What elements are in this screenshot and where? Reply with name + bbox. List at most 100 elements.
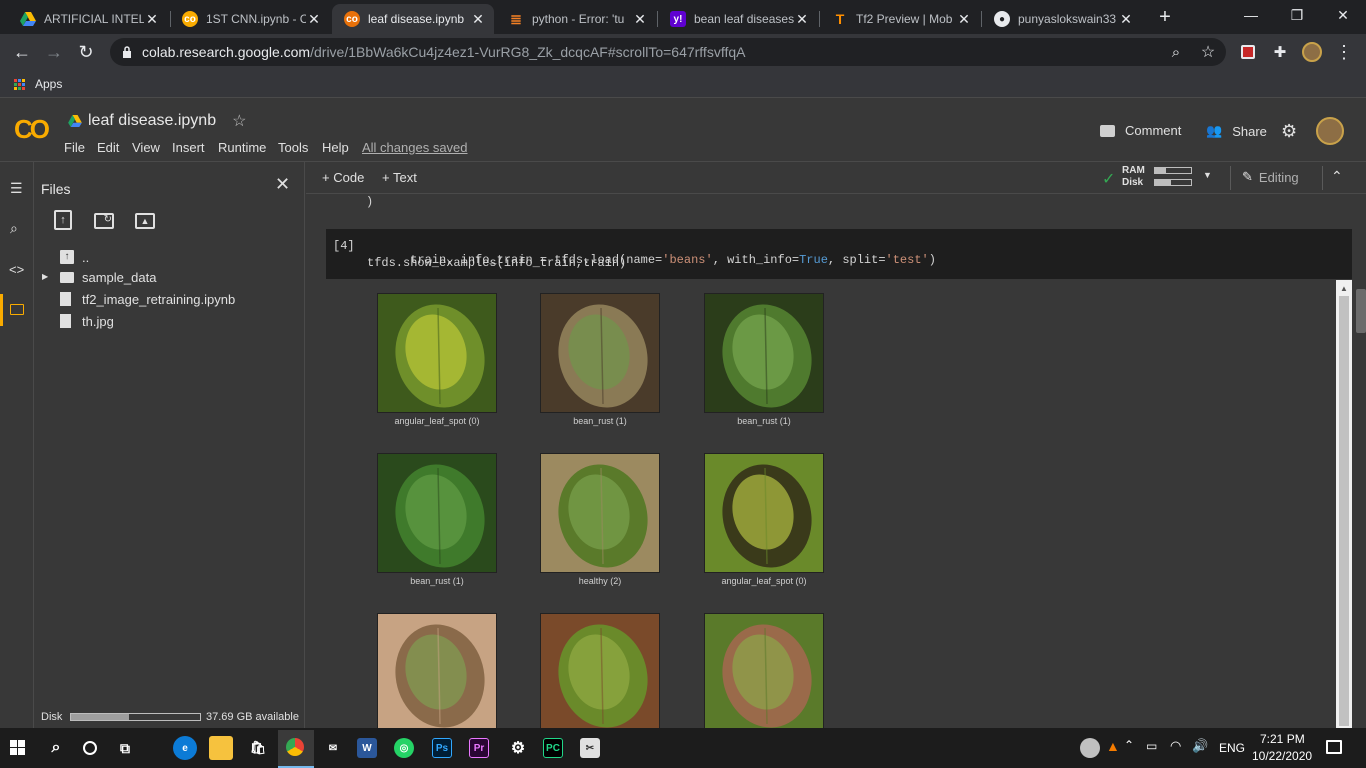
yahoo-icon: y! [670,11,686,27]
file-item-parent[interactable]: ↑ .. [60,247,89,267]
menu-file[interactable]: File [64,140,85,155]
menu-runtime[interactable]: Runtime [218,140,266,155]
colab-logo[interactable]: CO [14,114,50,145]
show-hidden-icons[interactable]: ⌃ [1124,738,1134,752]
scrollbar-thumb[interactable] [1339,296,1349,726]
browser-tab[interactable]: ARTIFICIAL INTELLI ✕ [8,4,168,34]
premiere-icon[interactable]: Pr [469,738,489,758]
expand-arrow-icon[interactable]: ▶ [42,272,48,281]
output-scrollbar[interactable]: ▲ [1336,280,1352,728]
menu-tools[interactable]: Tools [278,140,308,155]
pycharm-icon[interactable]: PC [543,738,563,758]
clock-date[interactable]: 10/22/2020 [1252,749,1312,763]
notifications-icon[interactable] [1326,740,1342,754]
notebook-title[interactable]: leaf disease.ipynb [88,112,216,130]
browser-tab[interactable]: ● punyaslokswain33 ✕ [982,4,1142,34]
star-bookmark-icon[interactable]: ☆ [1196,40,1220,64]
back-button[interactable]: ← [10,40,34,64]
wifi-icon[interactable]: ◠ [1170,738,1181,754]
tray-app-icon[interactable] [1080,738,1100,758]
star-icon[interactable]: ☆ [232,111,246,131]
clock-time[interactable]: 7:21 PM [1260,732,1305,746]
refresh-folder-icon[interactable]: ↻ [94,213,114,229]
forward-button[interactable]: → [42,40,66,64]
task-view-icon[interactable]: ⧉ [113,736,137,760]
menu-insert[interactable]: Insert [172,140,205,155]
settings-gear-icon[interactable]: ⚙ [1281,121,1297,142]
profile-avatar[interactable] [1300,40,1324,64]
scroll-up-arrow-icon[interactable]: ▲ [1340,284,1348,293]
file-item[interactable]: tf2_image_retraining.ipynb [60,289,235,309]
close-tab-icon[interactable]: ✕ [794,11,810,28]
browser-tab[interactable]: ≣ python - Error: 'tu ✕ [496,4,656,34]
editing-mode-button[interactable]: ✎ Editing [1242,169,1299,185]
search-icon[interactable]: ⌕ [10,220,18,237]
apps-bookmark[interactable]: Apps [14,77,62,91]
save-status[interactable]: All changes saved [362,140,468,155]
browser-tab[interactable]: y! bean leaf diseases ✕ [658,4,818,34]
file-explorer-icon[interactable] [209,736,233,760]
word-icon[interactable]: W [357,738,377,758]
close-tab-icon[interactable]: ✕ [470,11,486,28]
windows-start-icon[interactable] [10,740,25,755]
user-avatar[interactable] [1316,117,1344,145]
browser-tab[interactable]: co 1ST CNN.ipynb - C ✕ [170,4,330,34]
code-cell[interactable]: [4] train, info_train = tfds.load(name='… [326,229,1352,279]
cortana-icon[interactable] [78,736,102,760]
close-tab-icon[interactable]: ✕ [956,11,972,28]
menu-help[interactable]: Help [322,140,349,155]
add-code-button[interactable]: + Code [322,170,364,185]
tray-vlc-icon[interactable]: ▲ [1106,738,1120,754]
tensorflow-icon: T [835,11,845,27]
add-text-button[interactable]: + Text [382,170,417,185]
settings-gear-icon[interactable]: ⚙ [506,736,530,760]
store-icon[interactable]: 🛍 [246,736,270,760]
restore-button[interactable]: ❐ [1274,0,1320,30]
battery-icon[interactable]: ▭ [1146,739,1157,753]
menu-view[interactable]: View [132,140,160,155]
close-tab-icon[interactable]: ✕ [306,11,322,28]
browser-tab[interactable]: T Tf2 Preview | Mob ✕ [820,4,980,34]
resources-dropdown-icon[interactable]: ▼ [1203,170,1212,180]
reload-button[interactable]: ↻ [74,40,98,64]
whatsapp-icon[interactable]: ◎ [394,738,414,758]
sidebar-icon-rail: ☰ ⌕ <> [0,162,34,728]
disk-label: Disk [1122,177,1144,188]
search-icon[interactable]: ⌕ [44,736,68,760]
file-item-folder[interactable]: sample_data [60,267,156,287]
snipping-tool-icon[interactable]: ✂ [580,738,600,758]
upload-file-icon[interactable]: ↑ [54,210,72,230]
menu-edit[interactable]: Edit [97,140,119,155]
close-window-button[interactable]: ✕ [1320,0,1366,30]
volume-icon[interactable]: 🔊 [1192,738,1208,754]
add-text-label: Text [392,170,417,185]
mail-icon[interactable]: ✉ [321,736,345,760]
code-line-2[interactable]: tfds.show_examples(info_train,train) [367,256,626,270]
collapse-header-icon[interactable]: ⌃ [1331,168,1343,185]
address-bar[interactable]: colab.research.google.com/drive/1BbWa6kC… [110,38,1226,66]
close-tab-icon[interactable]: ✕ [144,11,160,28]
new-tab-button[interactable]: + [1153,6,1177,30]
mount-drive-icon[interactable]: ▲ [135,213,155,229]
chrome-taskbar-item[interactable] [278,730,314,768]
language-indicator[interactable]: ENG [1219,741,1245,755]
close-panel-icon[interactable]: ✕ [275,174,290,195]
photoshop-icon[interactable]: Ps [432,738,452,758]
zoom-icon[interactable]: ⌕ [1164,40,1188,64]
extensions-puzzle-icon[interactable]: ✚ [1268,40,1292,64]
page-scrollbar-thumb[interactable] [1356,289,1366,333]
close-tab-icon[interactable]: ✕ [1118,11,1134,28]
code-snippets-icon[interactable]: <> [9,262,24,277]
extension-icon[interactable] [1236,40,1260,64]
edge-icon[interactable]: e [173,736,197,760]
minimize-button[interactable]: — [1228,0,1274,30]
table-of-contents-icon[interactable]: ☰ [10,180,23,197]
file-item[interactable]: th.jpg [60,311,114,331]
browser-menu-icon[interactable]: ⋮ [1332,40,1356,64]
share-button[interactable]: 👥 Share [1206,123,1267,139]
comment-button[interactable]: Comment [1100,123,1181,138]
close-tab-icon[interactable]: ✕ [632,11,648,28]
folder-icon[interactable] [10,304,24,315]
github-icon: ● [994,11,1010,27]
browser-tab-active[interactable]: co leaf disease.ipynb ✕ [332,4,494,34]
